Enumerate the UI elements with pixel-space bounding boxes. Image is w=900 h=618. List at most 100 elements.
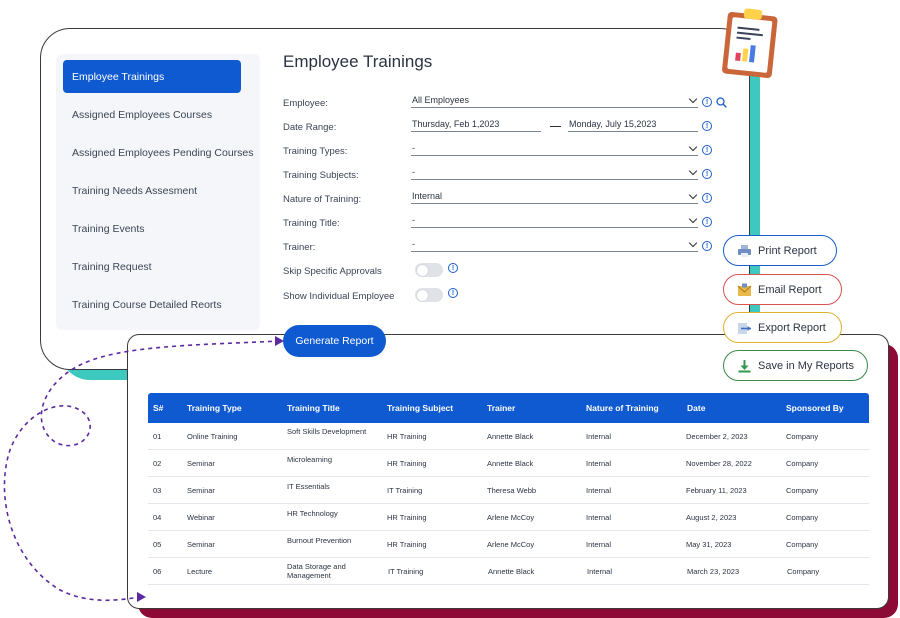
- sidebar-item-training-events[interactable]: Training Events: [63, 212, 241, 245]
- cell-trainer: Arlene McCoy: [487, 540, 535, 549]
- cell-training-type: Seminar: [187, 459, 215, 468]
- cell-serial: 01: [153, 432, 162, 441]
- chevron-down-icon: [688, 190, 698, 200]
- info-icon[interactable]: !: [702, 169, 712, 179]
- nature-of-training-value: Internal: [412, 191, 443, 201]
- cell-nature-of-training: Internal: [586, 513, 612, 522]
- table-row[interactable]: 02 Seminar Microlearning HR Training Ann…: [148, 450, 869, 477]
- save-in-my-reports-label: Save in My Reports: [758, 359, 854, 372]
- cell-serial: 06: [153, 567, 162, 576]
- training-title-value: -: [412, 215, 415, 225]
- cell-nature-of-training: Internal: [586, 540, 612, 549]
- info-icon[interactable]: !: [448, 288, 458, 298]
- column-header-training-title: Training Title: [287, 403, 340, 413]
- cell-date: February 11, 2023: [686, 486, 747, 495]
- cell-date: August 2, 2023: [686, 513, 737, 522]
- cell-nature-of-training: Internal: [587, 567, 613, 576]
- employee-select-value: All Employees: [412, 95, 470, 105]
- column-header-training-subject: Training Subject: [387, 403, 454, 413]
- save-in-my-reports-button[interactable]: Save in My Reports: [723, 350, 868, 381]
- sidebar-item-assigned-employees-courses[interactable]: Assigned Employees Courses: [63, 98, 241, 131]
- nature-of-training-select[interactable]: Internal: [411, 190, 698, 204]
- sidebar-item-training-request[interactable]: Training Request: [63, 250, 241, 283]
- table-row[interactable]: 03 Seminar IT Essentials IT Training The…: [148, 477, 869, 504]
- cell-training-type: Lecture: [187, 567, 213, 576]
- column-header-sponsored-by: Sponsored By: [786, 403, 844, 413]
- skip-approvals-toggle[interactable]: [415, 263, 443, 277]
- training-title-label: Training Title:: [283, 218, 340, 229]
- column-header-training-type: Training Type: [187, 403, 242, 413]
- sidebar-item-training-course-detailed-reports[interactable]: Training Course Detailed Reorts: [63, 288, 241, 321]
- cell-sponsored-by: Company: [786, 486, 819, 495]
- generate-report-button[interactable]: Generate Report: [283, 325, 386, 357]
- employee-label: Employee:: [283, 98, 328, 109]
- training-subjects-label: Training Subjects:: [283, 170, 359, 181]
- cell-training-subject: HR Training: [387, 432, 427, 441]
- info-icon[interactable]: !: [702, 97, 712, 107]
- cell-trainer: Annette Black: [487, 459, 534, 468]
- page-title: Employee Trainings: [283, 52, 433, 71]
- export-icon: [738, 322, 751, 334]
- envelope-icon: [737, 283, 752, 296]
- cell-training-type: Seminar: [187, 486, 215, 495]
- chevron-down-icon: [688, 94, 698, 104]
- cell-sponsored-by: Company: [786, 459, 819, 468]
- training-types-select[interactable]: -: [411, 142, 698, 156]
- table-row[interactable]: 04 Webinar HR Technology HR Training Arl…: [148, 504, 869, 531]
- report-sidebar: Employee Trainings Assigned Employees Co…: [56, 54, 260, 330]
- chevron-down-icon: [688, 166, 698, 176]
- cell-training-subject: HR Training: [387, 540, 427, 549]
- info-icon[interactable]: !: [702, 145, 712, 155]
- date-from-input[interactable]: Thursday, Feb 1,2023: [411, 119, 541, 132]
- column-header-trainer: Trainer: [487, 403, 516, 413]
- email-report-button[interactable]: Email Report: [723, 274, 842, 305]
- table-row[interactable]: 06 Lecture Data Storage and Management I…: [148, 558, 869, 585]
- clipboard-report-icon: [722, 8, 778, 79]
- training-subjects-select[interactable]: -: [411, 166, 698, 180]
- email-report-label: Email Report: [758, 283, 822, 296]
- cell-training-title: IT Essentials: [287, 482, 330, 491]
- info-icon[interactable]: !: [448, 263, 458, 273]
- info-icon[interactable]: !: [702, 241, 712, 251]
- show-individual-employee-label: Show Individual Employee: [283, 291, 395, 302]
- show-individual-employee-toggle[interactable]: [415, 288, 443, 302]
- trainer-select[interactable]: -: [411, 238, 698, 252]
- cell-serial: 02: [153, 459, 162, 468]
- sidebar-item-employee-trainings[interactable]: Employee Trainings: [63, 60, 241, 93]
- table-row[interactable]: 05 Seminar Burnout Prevention HR Trainin…: [148, 531, 869, 558]
- cell-trainer: Theresa Webb: [487, 486, 537, 495]
- info-icon[interactable]: !: [702, 217, 712, 227]
- cell-training-subject: IT Training: [388, 567, 424, 576]
- cell-serial: 04: [153, 513, 162, 522]
- cell-date: March 23, 2023: [687, 567, 740, 576]
- export-report-button[interactable]: Export Report: [723, 312, 842, 343]
- chevron-down-icon: [688, 214, 698, 224]
- info-icon[interactable]: !: [702, 121, 712, 131]
- print-report-button[interactable]: Print Report: [723, 235, 837, 266]
- cell-sponsored-by: Company: [786, 432, 819, 441]
- printer-icon: [738, 244, 751, 257]
- chevron-down-icon: [688, 238, 698, 248]
- date-range-separator: [550, 126, 561, 128]
- cell-sponsored-by: Company: [787, 567, 820, 576]
- info-icon[interactable]: !: [702, 193, 712, 203]
- sidebar-item-training-needs-assesment[interactable]: Training Needs Assesment: [63, 174, 241, 207]
- cell-nature-of-training: Internal: [586, 432, 612, 441]
- training-title-select[interactable]: -: [411, 214, 698, 228]
- date-to-input[interactable]: Monday, July 15,2023: [568, 119, 698, 132]
- cell-training-type: Online Training: [187, 432, 238, 441]
- employee-select[interactable]: All Employees: [411, 94, 698, 108]
- table-row[interactable]: 01 Online Training Soft Skills Developme…: [148, 423, 869, 450]
- search-icon[interactable]: [716, 97, 727, 108]
- cell-training-type: Seminar: [187, 540, 215, 549]
- cell-trainer: Arlene McCoy: [487, 513, 535, 522]
- cell-training-title: Soft Skills Development: [287, 427, 367, 436]
- cell-trainer: Annette Black: [488, 567, 535, 576]
- trainer-label: Trainer:: [283, 242, 316, 253]
- cell-training-title: Microlearning: [287, 455, 333, 464]
- sidebar-item-assigned-employees-pending-courses[interactable]: Assigned Employees Pending Courses: [63, 136, 254, 169]
- cell-nature-of-training: Internal: [586, 486, 612, 495]
- cell-date: December 2, 2023: [686, 432, 748, 441]
- cell-training-title: Burnout Prevention: [287, 536, 352, 545]
- training-subjects-value: -: [412, 167, 415, 177]
